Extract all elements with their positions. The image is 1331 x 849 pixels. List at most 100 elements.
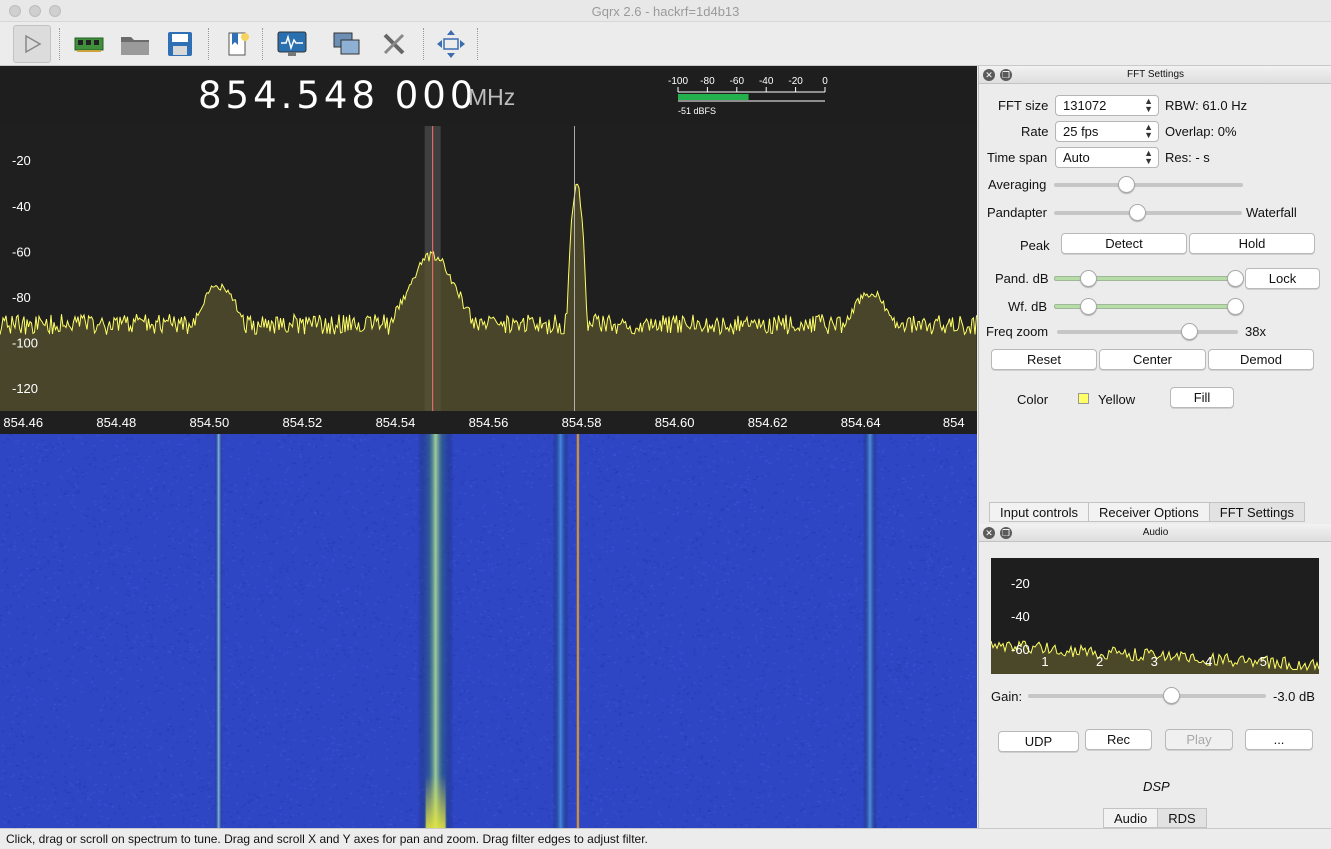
toolbar-separator bbox=[477, 28, 478, 60]
demod-button[interactable]: Demod bbox=[1208, 349, 1314, 370]
spectrum-y-tick-label: -60 bbox=[12, 244, 31, 259]
wf-db-range-slider[interactable] bbox=[1054, 298, 1244, 315]
toolbar bbox=[0, 22, 1331, 66]
wf-db-max-handle[interactable] bbox=[1227, 298, 1244, 315]
fill-button[interactable]: Fill bbox=[1170, 387, 1234, 408]
dsp-view-button[interactable] bbox=[273, 25, 311, 63]
bookmarks-button[interactable] bbox=[218, 25, 256, 63]
pand-db-max-handle[interactable] bbox=[1227, 270, 1244, 287]
app-window: Gqrx 2.6 - hackrf=1d4b13 854.548 000 MHz… bbox=[0, 0, 1331, 849]
audio-x-tick-label: 2 bbox=[1096, 654, 1103, 669]
peak-label: Peak bbox=[1020, 238, 1050, 253]
updown-arrows-icon: ▲ ▼ bbox=[1144, 122, 1153, 140]
tab-audio[interactable]: Audio bbox=[1103, 808, 1159, 828]
updown-arrows-icon: ▲ ▼ bbox=[1144, 148, 1153, 166]
pandapter-waterfall-slider[interactable] bbox=[1054, 204, 1242, 221]
meter-tick-label: -60 bbox=[730, 76, 745, 87]
time-span-select[interactable]: Auto ▲ ▼ bbox=[1055, 147, 1159, 168]
tab-receiver-options[interactable]: Receiver Options bbox=[1088, 502, 1210, 522]
freq-zoom-slider-handle[interactable] bbox=[1181, 323, 1199, 340]
freq-zoom-value: 38x bbox=[1245, 324, 1266, 339]
io-devices-button[interactable] bbox=[70, 25, 108, 63]
window-title: Gqrx 2.6 - hackrf=1d4b13 bbox=[591, 4, 740, 19]
close-dock-button[interactable]: ✕ bbox=[983, 527, 995, 539]
remote-control-button[interactable] bbox=[328, 25, 366, 63]
pand-db-range-slider[interactable] bbox=[1054, 270, 1244, 287]
fft-size-label: FFT size bbox=[998, 98, 1049, 113]
freq-zoom-label: Freq zoom bbox=[986, 324, 1049, 339]
pandapter-label: Pandapter bbox=[987, 205, 1047, 220]
audio-spectrum-plot: -20 -40 -60 1 2 3 4 5 bbox=[991, 558, 1319, 674]
pand-db-label: Pand. dB bbox=[995, 271, 1049, 286]
float-dock-button[interactable]: ❐ bbox=[1000, 69, 1012, 81]
meter-tick-label: 0 bbox=[822, 76, 828, 87]
dsp-label: DSP bbox=[1143, 779, 1170, 794]
tools-icon bbox=[383, 33, 405, 55]
tab-fft-settings[interactable]: FFT Settings bbox=[1208, 502, 1305, 522]
play-icon bbox=[25, 34, 42, 54]
peak-hold-button[interactable]: Hold bbox=[1189, 233, 1315, 254]
dock-tabs-top: Input controls Receiver Options FFT Sett… bbox=[989, 502, 1305, 522]
averaging-slider[interactable] bbox=[1054, 176, 1243, 193]
pand-db-min-handle[interactable] bbox=[1080, 270, 1097, 287]
monitor-icon bbox=[277, 31, 307, 56]
fft-size-select[interactable]: 131072 ▲ ▼ bbox=[1055, 95, 1159, 116]
dock-tabs-bottom: Audio RDS bbox=[1103, 808, 1207, 828]
waterfall-display[interactable] bbox=[0, 434, 977, 828]
spectrum-x-tick-label: 854.56 bbox=[469, 415, 509, 430]
tab-input-controls[interactable]: Input controls bbox=[989, 502, 1090, 522]
save-settings-button[interactable] bbox=[161, 25, 199, 63]
open-folder-icon bbox=[121, 37, 149, 55]
split-slider-handle[interactable] bbox=[1128, 204, 1146, 221]
float-dock-button[interactable]: ❐ bbox=[1000, 527, 1012, 539]
tools-button[interactable] bbox=[375, 25, 413, 63]
frequency-bar: 854.548 000 MHz -100 -80 -60 -40 -20 0 -51 dBF… bbox=[0, 66, 977, 126]
color-swatch[interactable] bbox=[1078, 393, 1089, 404]
time-span-value: Auto bbox=[1063, 150, 1090, 165]
frequency-unit: MHz bbox=[468, 84, 516, 110]
averaging-slider-handle[interactable] bbox=[1117, 176, 1135, 193]
peak-detect-button[interactable]: Detect bbox=[1061, 233, 1187, 254]
start-dsp-button[interactable] bbox=[13, 25, 51, 63]
spectrum-y-tick-label: -80 bbox=[12, 290, 31, 305]
rate-select[interactable]: 25 fps ▲ ▼ bbox=[1055, 121, 1159, 142]
display-area: 854.548 000 MHz -100 -80 -60 -40 -20 0 -51 dBF… bbox=[0, 66, 977, 828]
bookmark-icon bbox=[228, 32, 249, 56]
spectrum-y-tick-label: -120 bbox=[12, 381, 38, 396]
lock-button[interactable]: Lock bbox=[1245, 268, 1320, 289]
more-options-button[interactable]: ... bbox=[1245, 729, 1313, 750]
save-floppy-icon bbox=[168, 32, 192, 56]
audio-gain-slider-handle[interactable] bbox=[1162, 687, 1180, 704]
spectrum-x-tick-label: 854.62 bbox=[748, 415, 788, 430]
meter-level-bar bbox=[678, 94, 749, 100]
wf-db-min-handle[interactable] bbox=[1080, 298, 1097, 315]
audio-title: Audio bbox=[1142, 527, 1169, 538]
spectrum-x-tick-label: 854.46 bbox=[3, 415, 43, 430]
fft-settings-header: ✕ ❐ FFT Settings bbox=[979, 66, 1331, 84]
spectrum-x-tick-label: 854.60 bbox=[655, 415, 695, 430]
time-span-label: Time span bbox=[987, 150, 1048, 165]
toolbar-separator bbox=[208, 28, 209, 60]
audio-header: ✕ ❐ Audio bbox=[979, 524, 1331, 542]
wf-db-label: Wf. dB bbox=[1008, 299, 1048, 314]
freq-zoom-slider[interactable] bbox=[1057, 323, 1238, 340]
title-bar: Gqrx 2.6 - hackrf=1d4b13 bbox=[0, 0, 1331, 22]
close-dock-button[interactable]: ✕ bbox=[983, 69, 995, 81]
udp-button[interactable]: UDP bbox=[998, 731, 1079, 752]
open-settings-button[interactable] bbox=[116, 25, 154, 63]
center-button[interactable]: Center bbox=[1099, 349, 1206, 370]
toolbar-separator bbox=[423, 28, 424, 60]
audio-gain-slider[interactable] bbox=[1028, 687, 1266, 704]
waterfall-label: Waterfall bbox=[1246, 205, 1297, 220]
rate-label: Rate bbox=[1021, 124, 1049, 139]
toolbar-separator bbox=[59, 28, 60, 60]
fullscreen-button[interactable] bbox=[432, 25, 470, 63]
play-button[interactable]: Play bbox=[1165, 729, 1233, 750]
rec-button[interactable]: Rec bbox=[1085, 729, 1152, 750]
spectrum-plot[interactable]: -20 -40 -60 -80 -100 -120 854.46 854.48 854.50 85… bbox=[0, 126, 977, 434]
gain-value: -3.0 dB bbox=[1273, 689, 1315, 704]
color-name[interactable]: Yellow bbox=[1098, 392, 1135, 407]
reset-zoom-button[interactable]: Reset bbox=[991, 349, 1097, 370]
tab-rds[interactable]: RDS bbox=[1157, 808, 1207, 828]
frequency-readout[interactable]: 854.548 000 bbox=[198, 74, 477, 117]
